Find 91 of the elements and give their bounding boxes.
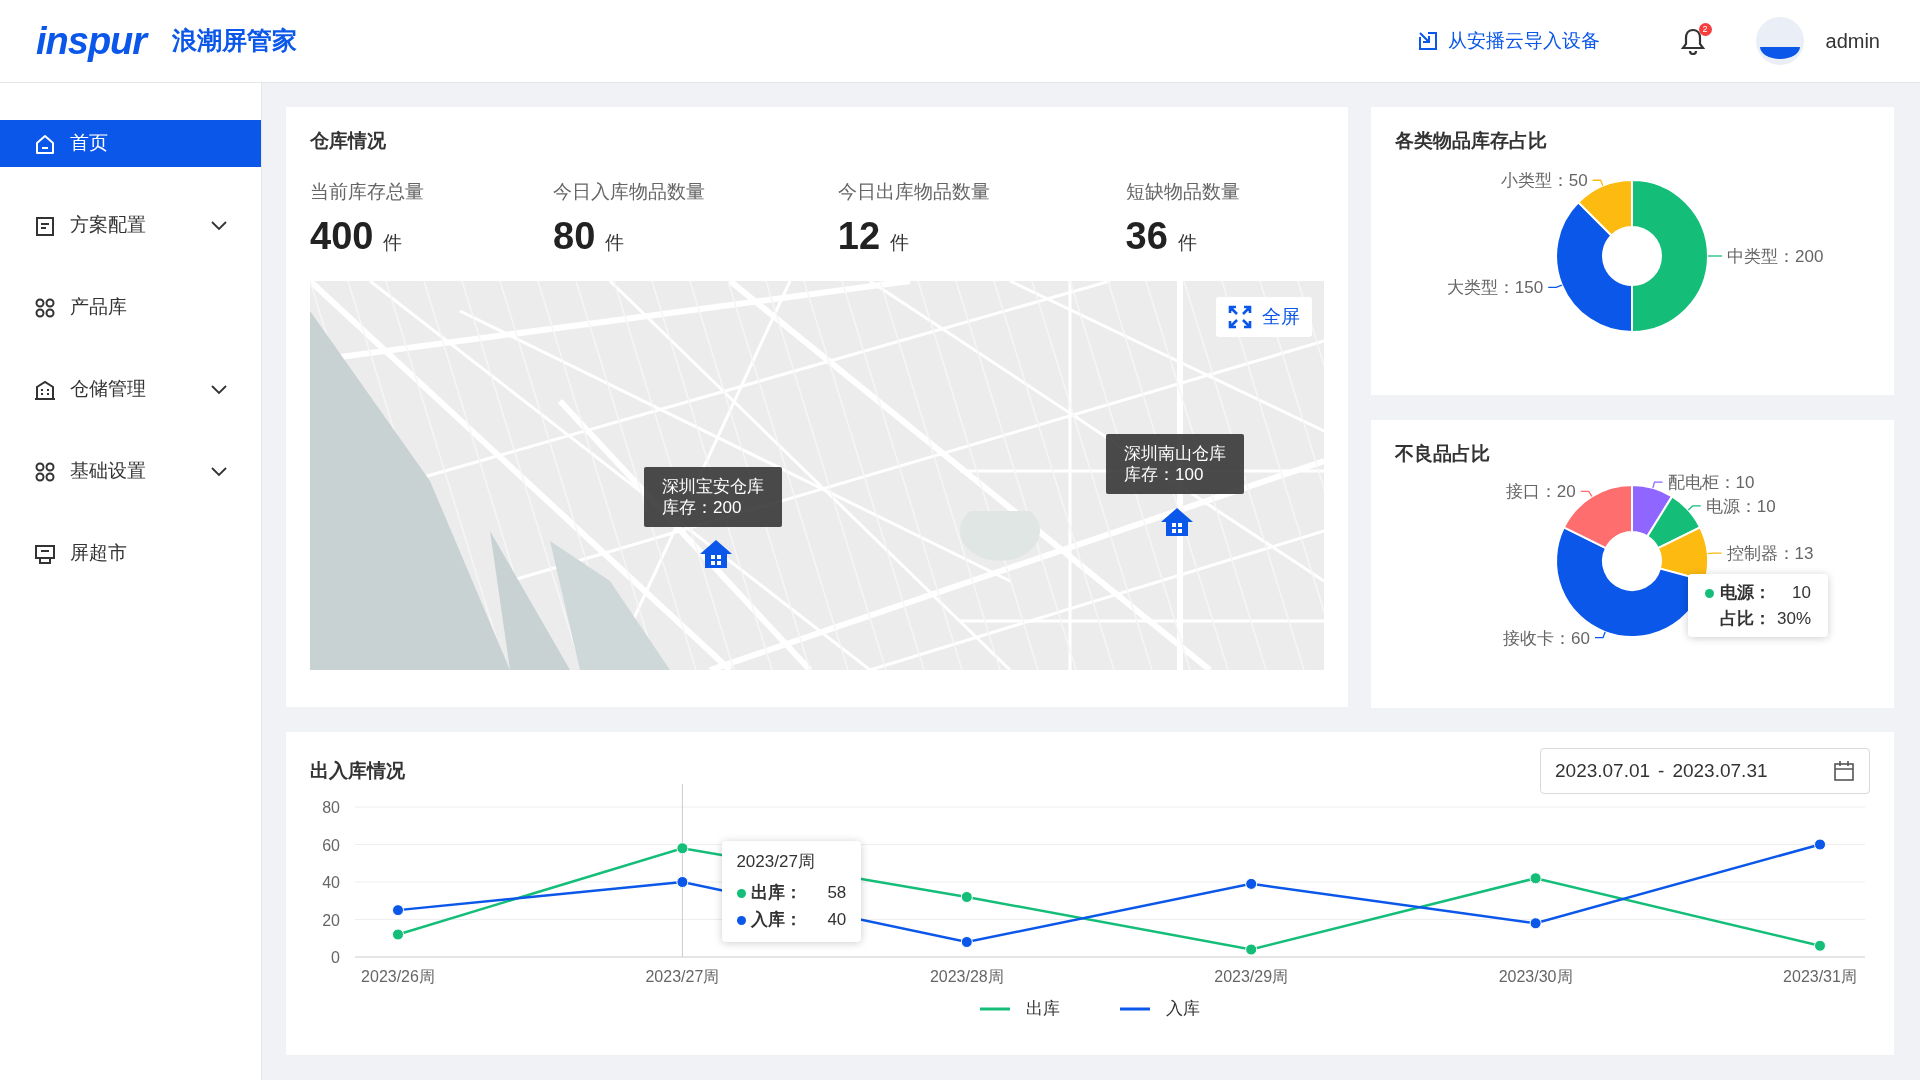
stat-unit: 件 bbox=[890, 231, 910, 255]
date-range-field[interactable]: 2023.07.01 - 2023.07.31 bbox=[1540, 748, 1870, 794]
panel-title: 不良品占比 bbox=[1395, 442, 1491, 466]
chevron-down-icon bbox=[211, 384, 227, 395]
leader-line bbox=[1707, 551, 1723, 554]
leader-line bbox=[1707, 254, 1723, 257]
fullscreen-button[interactable]: 全屏 bbox=[1216, 297, 1312, 337]
axis-label: 2023/29周 bbox=[1214, 968, 1289, 985]
sidebar-item[interactable]: 产品库 bbox=[0, 284, 261, 331]
leader-line bbox=[1591, 179, 1604, 186]
leader-line bbox=[1547, 283, 1563, 288]
leader-line bbox=[1687, 504, 1702, 511]
building-icon bbox=[34, 378, 56, 401]
document-icon bbox=[34, 214, 56, 237]
axis-label: 60 bbox=[322, 836, 340, 854]
user-name: admin bbox=[1825, 29, 1880, 54]
avatar-icon bbox=[1755, 17, 1804, 65]
data-point bbox=[392, 904, 404, 917]
chart-label: 配电柜：10 bbox=[1667, 472, 1755, 492]
legend-item: 入库 bbox=[1120, 996, 1200, 1022]
axis-label: 80 bbox=[322, 799, 340, 816]
chart-label: 接口：20 bbox=[1505, 481, 1576, 501]
stat-label: 当前库存总量 bbox=[310, 179, 425, 204]
legend-item: 出库 bbox=[980, 996, 1060, 1022]
axis-label: 2023/30周 bbox=[1498, 968, 1573, 985]
sidebar-item[interactable]: 屏超市 bbox=[0, 530, 261, 577]
stat-value: 36 bbox=[1125, 214, 1168, 259]
data-point bbox=[960, 891, 973, 903]
import-link[interactable]: 从安播云导入设备 bbox=[1415, 26, 1600, 56]
store-icon bbox=[34, 542, 56, 565]
chart-label: 接收卡：60 bbox=[1503, 628, 1590, 648]
sidebar-item[interactable]: 仓储管理 bbox=[0, 366, 261, 413]
axis-label: 20 bbox=[322, 911, 340, 929]
sidebar-item[interactable]: 基础设置 bbox=[0, 448, 261, 495]
stat-label: 短缺物品数量 bbox=[1125, 179, 1241, 204]
data-point bbox=[1245, 877, 1258, 890]
marker-popup: 深圳南山仓库 库存：100 bbox=[1106, 434, 1244, 494]
sidebar-item[interactable]: 首页 bbox=[0, 120, 261, 167]
stat-value: 400 bbox=[310, 214, 374, 259]
axis-label: 2023/31周 bbox=[1783, 968, 1857, 985]
grid-icon bbox=[34, 460, 56, 483]
chart-tooltip: 电源： 10 占比： 30% bbox=[1688, 574, 1829, 637]
chart-label: 小类型：50 bbox=[1500, 170, 1588, 190]
house-icon bbox=[1160, 507, 1194, 537]
grid-icon bbox=[34, 296, 56, 319]
panel-title: 出入库情况 bbox=[310, 758, 405, 783]
data-point bbox=[1245, 943, 1258, 956]
chevron-down-icon bbox=[211, 220, 227, 231]
stat-unit: 件 bbox=[605, 231, 625, 255]
notification-icon bbox=[1679, 27, 1706, 55]
data-point bbox=[676, 876, 689, 888]
stat-label: 今日入库物品数量 bbox=[553, 179, 707, 204]
data-point bbox=[392, 928, 404, 941]
marker-popup: 深圳宝安仓库 库存：200 bbox=[644, 467, 782, 527]
axis-label: 40 bbox=[322, 874, 340, 891]
legend-line-icon bbox=[1120, 1006, 1150, 1011]
chart-label: 电源：10 bbox=[1705, 496, 1776, 516]
stat-value: 80 bbox=[553, 214, 596, 259]
chart-label: 控制器：13 bbox=[1726, 543, 1814, 563]
data-point bbox=[1814, 939, 1826, 952]
sidebar-item[interactable]: 方案配置 bbox=[0, 202, 261, 249]
home-icon bbox=[34, 132, 56, 155]
chevron-down-icon bbox=[211, 466, 227, 477]
leader-line bbox=[1594, 630, 1606, 638]
data-point bbox=[1814, 838, 1826, 851]
axis-label: 0 bbox=[331, 949, 340, 966]
data-point bbox=[1529, 872, 1542, 885]
logo: inspur bbox=[36, 18, 147, 64]
panel-title: 各类物品库存占比 bbox=[1395, 129, 1548, 153]
data-point bbox=[676, 842, 689, 855]
chart-label: 中类型：200 bbox=[1727, 246, 1824, 266]
axis-label: 2023/26周 bbox=[361, 968, 435, 985]
data-point bbox=[1529, 917, 1542, 930]
stat-label: 今日出库物品数量 bbox=[837, 179, 991, 204]
axis-label: 2023/27周 bbox=[645, 968, 720, 985]
stat-unit: 件 bbox=[383, 231, 403, 255]
leader-line bbox=[1580, 490, 1593, 497]
leader-line bbox=[1652, 481, 1664, 489]
stat-value: 12 bbox=[837, 214, 881, 259]
legend-line-icon bbox=[980, 1006, 1010, 1011]
stat-unit: 件 bbox=[1177, 231, 1197, 255]
house-icon bbox=[699, 539, 733, 569]
chart-label: 大类型：150 bbox=[1446, 277, 1544, 297]
axis-label: 2023/28周 bbox=[929, 968, 1004, 985]
chart-tooltip: 2023/27周 出库： 58 入库： 40 bbox=[722, 841, 862, 942]
calendar-icon bbox=[1833, 760, 1855, 782]
panel-title: 仓库情况 bbox=[310, 129, 387, 153]
notification-badge: 2 bbox=[1698, 23, 1712, 36]
data-point bbox=[960, 936, 973, 948]
expand-icon bbox=[1228, 305, 1252, 329]
app-name: 浪潮屏管家 bbox=[172, 25, 298, 57]
